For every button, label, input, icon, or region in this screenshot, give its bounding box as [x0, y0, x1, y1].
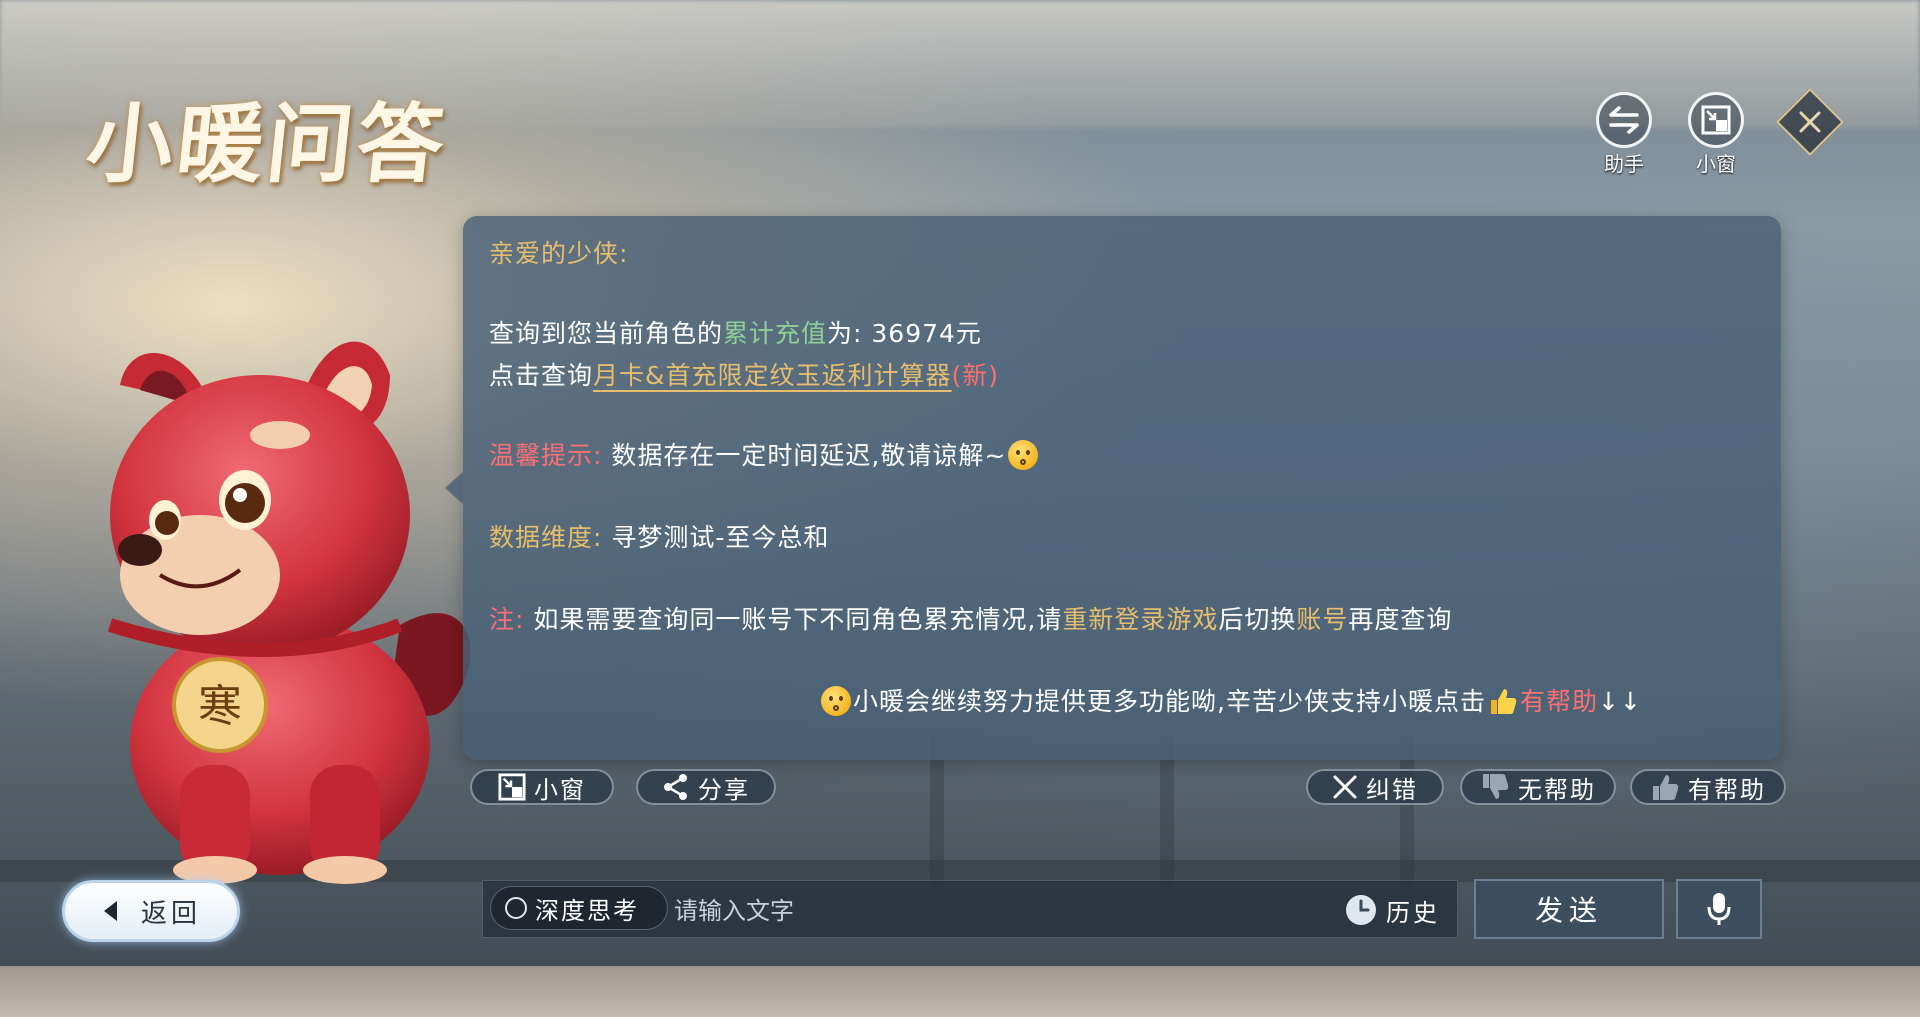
- tip-line: 温馨提示: 数据存在一定时间延迟,敬请谅解~: [489, 436, 1040, 472]
- mascot-dog: 寒: [107, 341, 471, 884]
- share-button[interactable]: 分享: [636, 769, 776, 805]
- dimension-line: 数据维度: 寻梦测试-至今总和: [489, 518, 829, 554]
- note-label: 注:: [489, 605, 525, 634]
- assistant-label: 助手: [1604, 152, 1644, 176]
- not-helpful-button[interactable]: 无帮助: [1460, 769, 1616, 805]
- dog-tag: 寒: [172, 657, 268, 753]
- mini-window-icon: [498, 773, 526, 801]
- close-button[interactable]: [1776, 88, 1844, 156]
- calculator-new-badge: (新): [951, 361, 1000, 390]
- calculator-link[interactable]: 月卡&首充限定纹玉返利计算器: [593, 361, 952, 390]
- greeting-text: 亲爱的少侠:: [489, 239, 629, 268]
- calculator-line: 点击查询月卡&首充限定纹玉返利计算器(新): [489, 356, 999, 392]
- send-button-label: 发送: [1534, 894, 1603, 927]
- swap-arrows-icon: [1596, 92, 1652, 148]
- history-button-label: 历史: [1386, 898, 1440, 927]
- note-line: 注: 如果需要查询同一账号下不同角色累充情况,请重新登录游戏后切换账号再度查询: [489, 600, 1452, 636]
- mini-window-label: 小窗: [1696, 152, 1736, 176]
- helpful-button[interactable]: 有帮助: [1630, 769, 1786, 805]
- calculator-prefix: 点击查询: [489, 361, 594, 390]
- kiss-emoji-icon: [1008, 440, 1039, 470]
- history-button[interactable]: 历史: [1344, 888, 1454, 932]
- thumbs-up-icon: [1653, 775, 1679, 800]
- assistant-button[interactable]: 助手: [1592, 92, 1656, 177]
- back-arrow-icon: [103, 901, 117, 921]
- chat-text-input[interactable]: [672, 890, 1276, 932]
- deep-think-label: 深度思考: [535, 896, 639, 925]
- correct-button-label: 纠错: [1366, 775, 1418, 804]
- send-button[interactable]: 发送: [1474, 879, 1664, 939]
- thumbs-up-icon: [1490, 689, 1517, 714]
- mini-window-button[interactable]: 小窗: [470, 769, 614, 805]
- tip-text: 数据存在一定时间延迟,敬请谅解~: [602, 441, 1007, 470]
- correct-button[interactable]: 纠错: [1306, 769, 1444, 805]
- close-icon: [1799, 111, 1821, 133]
- note-text-3: 再度查询: [1348, 605, 1453, 634]
- greeting-line: 亲爱的少侠:: [489, 234, 628, 270]
- back-button[interactable]: 返回: [62, 880, 240, 942]
- dimension-label: 数据维度:: [489, 523, 603, 552]
- share-button-label: 分享: [698, 775, 750, 804]
- kiss-emoji-icon: [821, 686, 851, 716]
- dimension-text: 寻梦测试-至今总和: [602, 523, 830, 552]
- microphone-icon: [1707, 893, 1731, 925]
- voice-input-button[interactable]: [1676, 879, 1762, 939]
- page-title: 小暖问答: [81, 94, 453, 195]
- recharge-prefix: 查询到您当前角色的: [489, 319, 724, 348]
- account-link: 账号: [1296, 605, 1349, 634]
- recharge-term: 累计充值: [723, 319, 828, 348]
- note-text-1: 如果需要查询同一账号下不同角色累充情况,请: [524, 605, 1063, 634]
- footer-helpful: 有帮助: [1519, 687, 1598, 716]
- recharge-amount: 为: 36974元: [827, 319, 982, 348]
- thumbs-down-icon: [1483, 774, 1509, 799]
- answer-card: 亲爱的少侠: 查询到您当前角色的累计充值为: 36974元 点击查询月卡&首充限…: [445, 216, 1781, 760]
- footer-line: 小暖会继续努力提供更多功能呦,辛苦少侠支持小暖点击 有帮助↓↓: [819, 682, 1642, 718]
- deep-think-radio: [505, 897, 527, 919]
- mini-window-top-button[interactable]: 小窗: [1684, 92, 1748, 177]
- not-helpful-button-label: 无帮助: [1518, 775, 1596, 804]
- recharge-line: 查询到您当前角色的累计充值为: 36974元: [489, 314, 982, 350]
- scene-floor: [0, 966, 1920, 1017]
- footer-text: 小暖会继续努力提供更多功能呦,辛苦少侠支持小暖点击: [853, 687, 1486, 716]
- footer-arrows: ↓↓: [1597, 687, 1642, 716]
- relogin-link: 重新登录游戏: [1062, 605, 1219, 634]
- mini-window-icon: [1688, 92, 1744, 148]
- clock-icon: [1346, 895, 1376, 925]
- speech-bubble-tail: [445, 472, 463, 504]
- svg-text:寒: 寒: [198, 681, 242, 732]
- helpful-button-label: 有帮助: [1688, 775, 1766, 804]
- mini-window-button-label: 小窗: [534, 775, 586, 804]
- deep-think-toggle[interactable]: 深度思考: [490, 886, 668, 930]
- note-text-2: 后切换: [1218, 605, 1297, 634]
- share-icon: [664, 774, 687, 800]
- back-button-label: 返回: [140, 898, 201, 929]
- tip-label: 温馨提示:: [489, 441, 603, 470]
- close-x-icon: [1333, 775, 1357, 799]
